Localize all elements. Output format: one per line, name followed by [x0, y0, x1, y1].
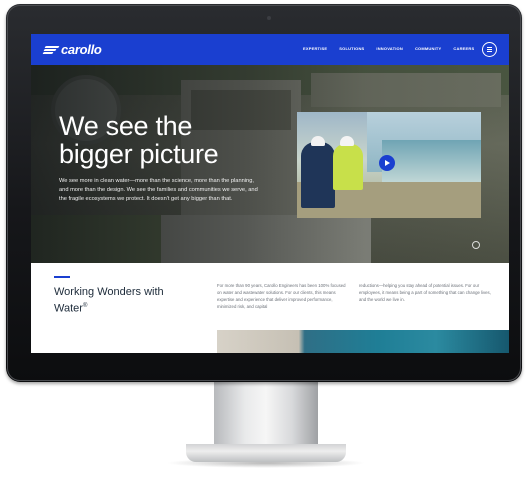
- hero-video-thumbnail[interactable]: [297, 112, 481, 218]
- menu-button[interactable]: [482, 42, 497, 57]
- nav-item-innovation[interactable]: INNOVATION: [376, 46, 403, 51]
- hero-title-line-1: We see the: [59, 111, 193, 141]
- section-title-text: Working Wonders with Water: [54, 286, 164, 315]
- intro-paragraph-1: For more than 90 years, Carollo Engineer…: [217, 283, 346, 309]
- carollo-logo-icon: [42, 45, 60, 55]
- intro-paragraph-2: reductions—helping you stay ahead of pot…: [359, 283, 491, 302]
- monitor-stand-base: [186, 444, 346, 462]
- hard-hat: [311, 136, 325, 146]
- accent-divider: [54, 276, 70, 278]
- hero-title-line-2: bigger picture: [59, 139, 219, 169]
- trademark-symbol: ®: [82, 303, 88, 309]
- monitor-mockup: carollo EXPERTISE SOLUTIONS INNOVATION C…: [0, 0, 529, 481]
- main-navigation: EXPERTISE SOLUTIONS INNOVATION COMMUNITY…: [303, 46, 474, 51]
- worker-vest: [333, 144, 363, 190]
- nav-item-expertise[interactable]: EXPERTISE: [303, 46, 327, 51]
- nav-item-community[interactable]: COMMUNITY: [415, 46, 441, 51]
- hero-title: We see the bigger picture: [59, 111, 219, 169]
- monitor-screen: carollo EXPERTISE SOLUTIONS INNOVATION C…: [31, 34, 509, 353]
- logo-wordmark: carollo: [61, 42, 102, 57]
- worker-figure: [301, 142, 335, 208]
- play-icon: [385, 160, 390, 166]
- nav-item-careers[interactable]: CAREERS: [453, 46, 474, 51]
- monitor-stand-neck: [214, 380, 318, 446]
- water-facility-image: [217, 330, 509, 353]
- play-button[interactable]: [379, 155, 395, 171]
- intro-section: Working Wonders with Water® For more tha…: [31, 263, 509, 353]
- hard-hat-2: [340, 136, 354, 146]
- section-title: Working Wonders with Water®: [54, 285, 194, 316]
- webcam-icon: [267, 16, 271, 20]
- nav-item-solutions[interactable]: SOLUTIONS: [339, 46, 364, 51]
- hero-description: We see more in clean water—more than the…: [59, 178, 258, 202]
- carollo-logo[interactable]: carollo: [42, 42, 102, 57]
- site-header: carollo EXPERTISE SOLUTIONS INNOVATION C…: [31, 34, 509, 65]
- hero-section: We see the bigger picture We see more in…: [31, 65, 509, 263]
- menu-icon: [487, 49, 492, 50]
- scroll-indicator-icon[interactable]: [472, 241, 480, 249]
